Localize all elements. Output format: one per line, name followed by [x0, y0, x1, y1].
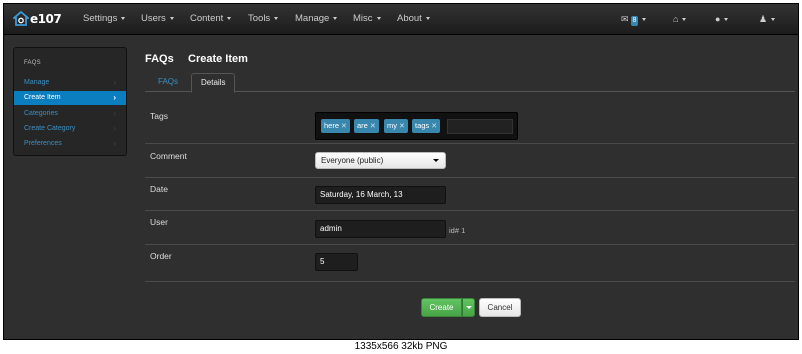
chevron-right-icon: ›: [113, 78, 116, 87]
create-button[interactable]: Create: [421, 298, 462, 317]
language-menu[interactable]: ●: [715, 14, 729, 24]
caret-down-icon: [169, 16, 174, 20]
mail-icon: ✉: [621, 14, 629, 24]
chevron-right-icon: ›: [113, 124, 116, 133]
nav-misc[interactable]: Misc: [353, 13, 381, 24]
user-label: User: [150, 217, 168, 227]
remove-tag-icon[interactable]: ✕: [399, 123, 405, 130]
caret-down-icon: [724, 18, 729, 22]
caret-down-icon: [466, 306, 472, 309]
remove-tag-icon[interactable]: ✕: [431, 123, 437, 130]
chevron-right-icon: ›: [113, 93, 116, 102]
caret-down-icon: [274, 16, 279, 20]
nav-users[interactable]: Users: [141, 13, 174, 24]
sidebar-item-create-category[interactable]: Create Category ›: [14, 122, 126, 136]
user-icon: ♟: [759, 14, 768, 24]
sidebar-item-manage[interactable]: Manage ›: [14, 76, 126, 90]
caret-down-icon: [682, 18, 687, 22]
user-menu[interactable]: ♟: [759, 14, 776, 25]
home-icon: ⌂: [673, 14, 679, 24]
tag-chip[interactable]: here ✕: [321, 119, 350, 133]
date-label: Date: [150, 184, 168, 194]
tab-faqs[interactable]: FAQs: [149, 73, 187, 93]
row-divider: [145, 281, 795, 282]
tags-label: Tags: [150, 111, 168, 121]
caret-down-icon: [333, 16, 338, 20]
logo-text: e107: [30, 12, 62, 26]
user-input[interactable]: admin: [315, 220, 446, 238]
caret-down-icon: [227, 16, 232, 20]
tab-bar: FAQs Details: [145, 71, 795, 93]
nav-settings[interactable]: Settings: [83, 13, 126, 24]
chevron-right-icon: ›: [113, 109, 116, 118]
tag-input[interactable]: [447, 119, 513, 134]
tab-details[interactable]: Details: [191, 73, 236, 93]
messages-menu[interactable]: ✉ 8: [621, 14, 647, 26]
caret-down-icon: [121, 16, 126, 20]
sidebar-item-preferences[interactable]: Preferences ›: [14, 137, 126, 151]
comment-label: Comment: [150, 151, 187, 161]
image-caption-bar: 1335x566 32kb PNG: [0, 340, 802, 354]
order-label: Order: [150, 251, 172, 261]
home-menu[interactable]: ⌂: [673, 14, 687, 24]
caret-down-icon: [642, 18, 647, 22]
tag-chip[interactable]: tags ✕: [412, 119, 441, 133]
remove-tag-icon[interactable]: ✕: [370, 123, 376, 130]
section-title: FAQs: [145, 53, 174, 65]
row-divider: [145, 244, 795, 245]
date-input[interactable]: Saturday, 16 March, 13: [315, 186, 446, 204]
remove-tag-icon[interactable]: ✕: [341, 123, 347, 130]
caret-down-icon: [425, 16, 430, 20]
comment-select[interactable]: Everyone (public): [315, 152, 446, 169]
row-divider: [145, 143, 795, 144]
messages-badge: 8: [630, 16, 639, 26]
user-id-text: id# 1: [449, 226, 466, 235]
image-caption: 1335x566 32kb PNG: [354, 341, 448, 352]
sidebar-item-categories[interactable]: Categories ›: [14, 107, 126, 121]
app-window: e107 Settings Users Content Tools Manage…: [3, 3, 799, 340]
order-input[interactable]: 5: [315, 253, 358, 271]
top-navbar: e107 Settings Users Content Tools Manage…: [4, 4, 798, 35]
sidebar: FAQS Manage › Create Item › Categories › Cr…: [13, 47, 127, 156]
page-title: Create Item: [188, 53, 248, 65]
caret-down-icon: [771, 18, 776, 22]
caret-down-icon: [433, 159, 439, 162]
chevron-right-icon: ›: [113, 139, 116, 148]
sidebar-title: FAQS: [24, 60, 41, 66]
create-options-toggle[interactable]: [462, 298, 475, 317]
row-divider: [145, 210, 795, 211]
nav-about[interactable]: About: [397, 13, 430, 24]
globe-icon: ●: [715, 14, 721, 24]
nav-tools[interactable]: Tools: [248, 13, 279, 24]
nav-content[interactable]: Content: [190, 13, 232, 24]
tag-chip[interactable]: are ✕: [354, 119, 379, 133]
sidebar-item-create-item[interactable]: Create Item ›: [14, 91, 126, 105]
nav-manage[interactable]: Manage: [295, 13, 338, 24]
e107-logo[interactable]: e107: [13, 10, 62, 28]
caret-down-icon: [376, 16, 381, 20]
logo-mark-icon: [13, 11, 29, 26]
tags-field[interactable]: here ✕ are ✕ my ✕ tags ✕: [315, 112, 518, 140]
row-divider: [145, 177, 795, 178]
tag-chip[interactable]: my ✕: [384, 119, 408, 133]
cancel-button[interactable]: Cancel: [479, 298, 521, 317]
